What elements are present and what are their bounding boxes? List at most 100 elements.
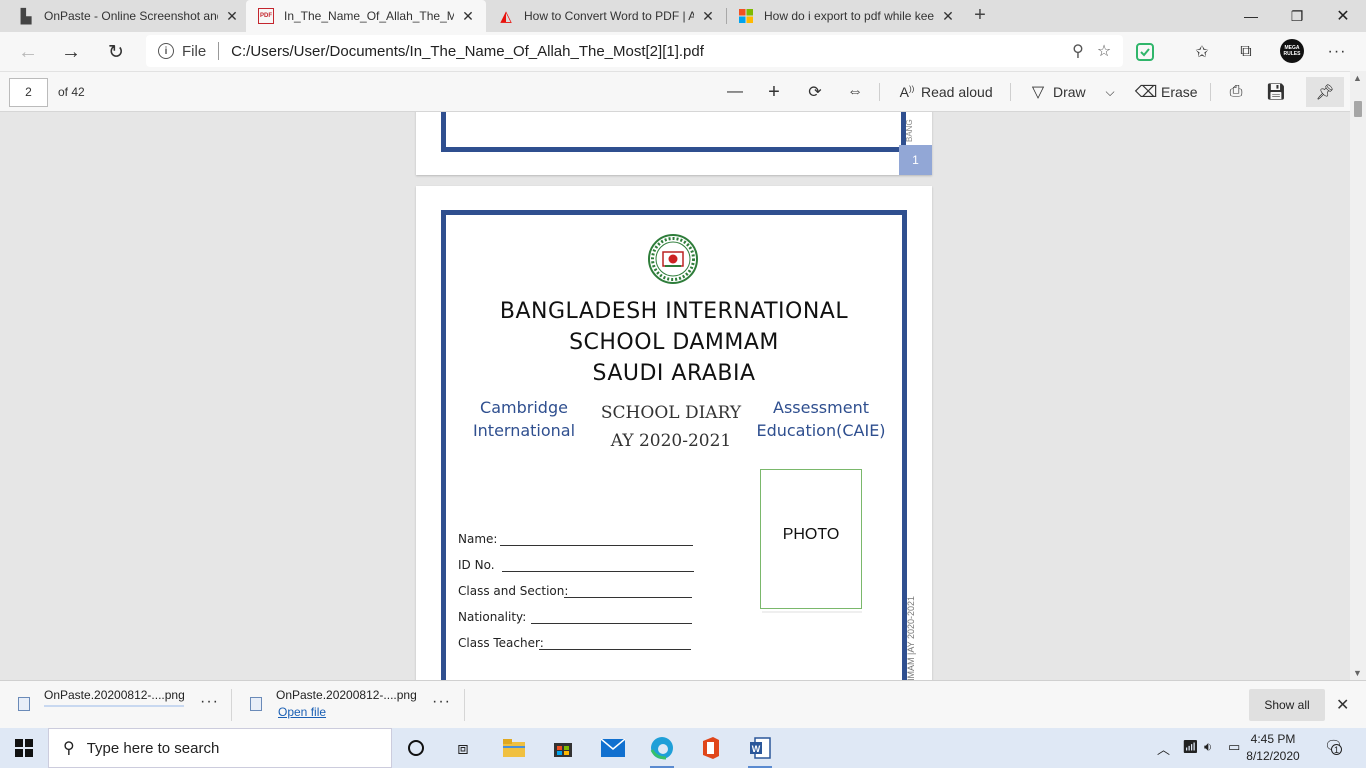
minimize-button[interactable]: —: [1228, 0, 1274, 32]
print-button[interactable]: ⎙: [1224, 80, 1248, 104]
tab-strip: ▙ OnPaste - Online Screenshot and ✕ PDF …: [0, 0, 1366, 32]
printer-icon: ⎙: [1229, 83, 1243, 100]
collections-icon[interactable]: ⧉: [1235, 41, 1257, 63]
zoom-out-button[interactable]: —: [723, 80, 747, 104]
heading-line: Education(CAIE): [756, 421, 886, 440]
show-all-button[interactable]: Show all: [1249, 689, 1325, 721]
refresh-button[interactable]: ↻: [100, 36, 132, 68]
school-name-line: BANGLADESH INTERNATIONAL: [499, 299, 849, 324]
field-label: Class and Section:: [458, 584, 569, 598]
scroll-up-icon[interactable]: ▲: [1353, 73, 1362, 83]
read-aloud-button[interactable]: A)) Read aloud: [895, 80, 993, 104]
open-file-link[interactable]: Open file: [278, 705, 326, 719]
avatar[interactable]: MEGA RULES: [1280, 39, 1304, 63]
extension-icon[interactable]: [1134, 41, 1156, 63]
tab-onpaste[interactable]: ▙ OnPaste - Online Screenshot and ✕: [6, 0, 250, 32]
toolbar-divider: [1010, 83, 1011, 101]
school-name-line: SAUDI ARABIA: [592, 361, 756, 386]
close-download-bar-icon[interactable]: ✕: [1336, 695, 1349, 715]
download-item[interactable]: OnPaste.20200812-....png Open file ···: [232, 681, 464, 728]
tab-title: How to Convert Word to PDF | A: [524, 9, 694, 23]
tab-pdf[interactable]: PDF In_The_Name_Of_Allah_The_Mos ✕: [246, 0, 486, 32]
restore-button[interactable]: ❐: [1274, 0, 1320, 32]
page-total: of 42: [58, 85, 85, 99]
task-view-icon[interactable]: ⧈: [443, 732, 483, 764]
file-explorer-icon[interactable]: [494, 732, 534, 764]
notification-center[interactable]: 🗨︎ 1: [1324, 737, 1343, 755]
microsoft-icon: [738, 8, 754, 24]
window-close-button[interactable]: ✕: [1320, 0, 1366, 32]
erase-button[interactable]: ⌫ Erase: [1134, 80, 1198, 104]
tab-microsoft[interactable]: How do i export to pdf while kee ✕: [726, 0, 966, 32]
school-logo-icon: [648, 234, 698, 284]
store-icon[interactable]: [543, 732, 583, 764]
clock[interactable]: 4:45 PM 8/12/2020: [1240, 731, 1306, 765]
class-teacher-field: Class Teacher:: [458, 636, 698, 650]
pdf-viewer[interactable]: BANG 1 BANGLADESH INTERNATIONAL SCHOOL D…: [0, 112, 1350, 680]
name-field: Name:: [458, 532, 698, 546]
eraser-icon: ⌫: [1134, 84, 1158, 101]
close-icon[interactable]: ✕: [940, 8, 956, 25]
url-text[interactable]: C:/Users/User/Documents/In_The_Name_Of_A…: [231, 43, 1065, 60]
field-underline: [564, 597, 692, 598]
read-aloud-label: Read aloud: [921, 84, 993, 100]
favorites-list-icon[interactable]: ✩: [1191, 41, 1213, 63]
rotate-icon: ⟳: [808, 84, 822, 101]
page-side-text: BANG: [905, 119, 914, 142]
zoom-search-icon[interactable]: ⚲: [1065, 41, 1091, 61]
favorite-star-icon[interactable]: ☆: [1091, 41, 1117, 61]
scroll-down-icon[interactable]: ▼: [1353, 668, 1362, 678]
tab-adobe[interactable]: ◭ How to Convert Word to PDF | A ✕: [486, 0, 726, 32]
draw-button[interactable]: ▽ Draw: [1026, 80, 1086, 104]
erase-label: Erase: [1161, 84, 1198, 100]
cortana-icon[interactable]: [396, 732, 436, 764]
pin-toolbar-button[interactable]: 📌︎: [1306, 77, 1344, 107]
zoom-in-button[interactable]: +: [762, 80, 786, 104]
info-icon[interactable]: i: [158, 43, 174, 59]
vertical-scrollbar[interactable]: ▲ ▼: [1350, 71, 1366, 680]
draw-label: Draw: [1053, 84, 1086, 100]
download-item[interactable]: OnPaste.20200812-....png ···: [0, 681, 230, 728]
office-icon[interactable]: [691, 732, 731, 764]
download-progress: [44, 705, 184, 707]
forward-button[interactable]: →: [55, 36, 87, 68]
close-icon[interactable]: ✕: [460, 8, 476, 25]
volume-icon[interactable]: 🔉︎: [1204, 739, 1212, 755]
new-tab-button[interactable]: +: [969, 4, 991, 28]
class-section-field: Class and Section:: [458, 584, 698, 598]
more-options-icon[interactable]: ···: [200, 693, 219, 711]
school-name: BANGLADESH INTERNATIONAL SCHOOL DAMMAM S…: [436, 296, 912, 389]
pdf-page-2: BANGLADESH INTERNATIONAL SCHOOL DAMMAM S…: [416, 186, 932, 680]
id-field: ID No.: [458, 558, 698, 572]
scroll-thumb[interactable]: [1354, 101, 1362, 117]
draw-options-dropdown[interactable]: ⌵: [1098, 80, 1122, 104]
field-label: ID No.: [458, 558, 495, 572]
page-side-text: MMAM |AY 2020-2021: [906, 595, 916, 680]
tab-title: How do i export to pdf while kee: [764, 9, 934, 23]
back-button[interactable]: ←: [12, 36, 44, 68]
omnibox[interactable]: i File C:/Users/User/Documents/In_The_Na…: [146, 35, 1123, 67]
show-hidden-icons-icon[interactable]: ︿: [1157, 739, 1170, 758]
field-label: Name:: [458, 532, 498, 546]
photo-shadow: [762, 611, 862, 613]
start-button[interactable]: [0, 728, 48, 768]
svg-text:W: W: [752, 744, 761, 754]
network-icon[interactable]: 📶︎: [1182, 739, 1199, 755]
close-icon[interactable]: ✕: [224, 8, 240, 25]
more-menu-icon[interactable]: ···: [1326, 41, 1348, 63]
battery-icon[interactable]: ▭: [1228, 739, 1240, 755]
save-button[interactable]: 💾︎: [1264, 80, 1288, 104]
close-icon[interactable]: ✕: [700, 8, 716, 25]
rotate-button[interactable]: ⟳: [803, 80, 827, 104]
mail-icon[interactable]: [593, 732, 633, 764]
adobe-icon: ◭: [500, 8, 512, 25]
fit-page-button[interactable]: ⇔: [843, 80, 867, 104]
pdf-icon: PDF: [258, 8, 274, 24]
page-number-input[interactable]: 2: [9, 78, 48, 107]
toolbar-divider: [1210, 83, 1211, 101]
taskbar-search[interactable]: ⚲ Type here to search: [48, 728, 392, 768]
edge-icon[interactable]: [642, 732, 682, 768]
word-icon[interactable]: W: [740, 732, 780, 768]
taskbar: ⚲ Type here to search ⧈ W ︿ 📶︎ 🔉︎ ▭ 4:45…: [0, 728, 1366, 768]
more-options-icon[interactable]: ···: [432, 693, 451, 711]
